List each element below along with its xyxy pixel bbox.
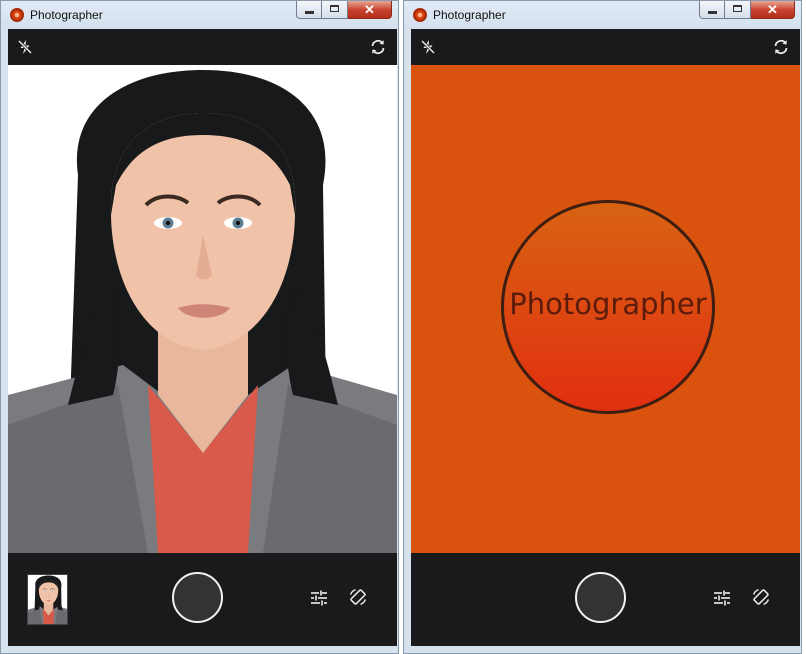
app-logo: Photographer xyxy=(501,200,715,414)
app-client-area: Photographer xyxy=(411,29,800,646)
app-icon xyxy=(10,8,24,22)
minimize-button[interactable] xyxy=(296,1,322,19)
close-button[interactable]: ✕ xyxy=(348,1,392,19)
window-title: Photographer xyxy=(30,8,103,22)
app-window-left: Photographer ✕ xyxy=(0,0,399,654)
window-title: Photographer xyxy=(433,8,506,22)
app-icon xyxy=(413,8,427,22)
maximize-button[interactable] xyxy=(725,1,751,19)
minimize-button[interactable] xyxy=(699,1,725,19)
title-bar[interactable]: Photographer ✕ xyxy=(404,1,801,29)
app-window-right: Photographer ✕ Photographer xyxy=(403,0,802,654)
maximize-button[interactable] xyxy=(322,1,348,19)
caption-buttons: ✕ xyxy=(699,1,795,21)
maximize-icon xyxy=(733,5,742,12)
minimize-icon xyxy=(305,11,314,14)
close-icon: ✕ xyxy=(364,2,375,17)
flash-off-icon[interactable] xyxy=(17,39,33,55)
close-button[interactable]: ✕ xyxy=(751,1,795,19)
top-toolbar xyxy=(8,29,397,65)
bottom-toolbar xyxy=(411,553,800,646)
caption-buttons: ✕ xyxy=(296,1,392,21)
shutter-button[interactable] xyxy=(172,572,223,623)
bottom-toolbar xyxy=(8,553,397,646)
top-toolbar xyxy=(411,29,800,65)
camera-preview[interactable] xyxy=(8,65,397,553)
switch-camera-icon[interactable] xyxy=(772,38,790,56)
camera-preview-image xyxy=(8,65,397,553)
close-icon: ✕ xyxy=(767,2,778,17)
maximize-icon xyxy=(330,5,339,12)
screen-rotation-icon[interactable] xyxy=(751,587,771,607)
shutter-button[interactable] xyxy=(575,572,626,623)
settings-sliders-icon[interactable] xyxy=(713,589,731,607)
flash-off-icon[interactable] xyxy=(420,39,436,55)
settings-sliders-icon[interactable] xyxy=(310,589,328,607)
thumbnail-image xyxy=(28,575,68,625)
splash-title: Photographer xyxy=(509,287,707,321)
title-bar[interactable]: Photographer ✕ xyxy=(1,1,398,29)
app-client-area xyxy=(8,29,397,646)
last-photo-thumbnail[interactable] xyxy=(27,574,68,625)
switch-camera-icon[interactable] xyxy=(369,38,387,56)
minimize-icon xyxy=(708,11,717,14)
screen-rotation-icon[interactable] xyxy=(348,587,368,607)
splash-screen: Photographer xyxy=(411,65,800,553)
